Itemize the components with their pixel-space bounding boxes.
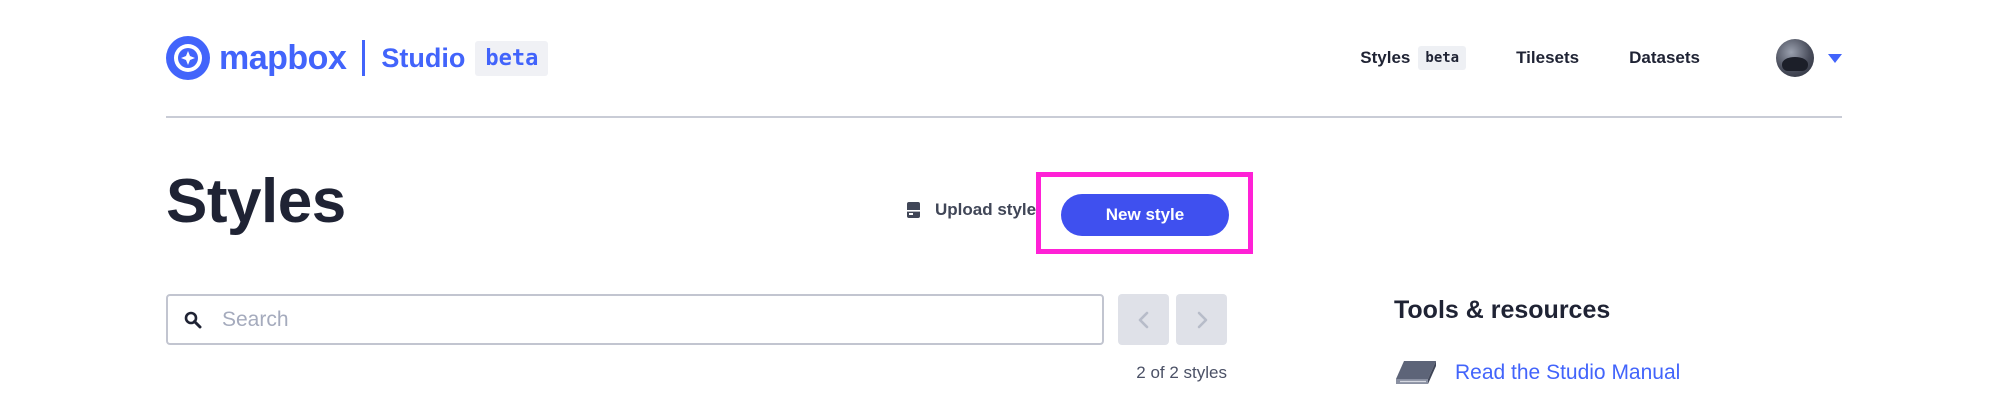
brand-divider	[362, 40, 366, 76]
upload-style-label: Upload style	[935, 200, 1037, 219]
product-beta-badge: beta	[475, 40, 549, 76]
studio-manual-link[interactable]: Read the Studio Manual	[1394, 359, 1680, 387]
tools-resources-heading: Tools & resources	[1394, 296, 1611, 324]
product-name: Studio	[381, 42, 466, 73]
chevron-left-icon	[1138, 311, 1148, 328]
avatar[interactable]	[1776, 39, 1814, 77]
nav-item-tilesets[interactable]: Tilesets	[1516, 48, 1579, 68]
nav-beta-badge: beta	[1418, 46, 1467, 70]
studio-manual-link-label: Read the Studio Manual	[1455, 361, 1681, 384]
caret-down-icon[interactable]	[1828, 53, 1842, 63]
search-icon	[184, 311, 202, 328]
nav-item-label: Styles	[1360, 48, 1411, 67]
account-menu[interactable]	[1776, 39, 1842, 77]
upload-style-button[interactable]: Upload style	[906, 200, 1036, 220]
upload-icon	[907, 202, 920, 218]
chevron-right-icon	[1197, 311, 1207, 328]
mapbox-logo-icon	[166, 36, 210, 80]
nav-item-styles[interactable]: Styles beta	[1360, 46, 1467, 70]
search-input[interactable]	[222, 307, 1062, 332]
brand-wordmark: mapbox	[219, 38, 347, 77]
nav-item-datasets[interactable]: Datasets	[1629, 48, 1700, 68]
main-nav: Styles beta Tilesets Datasets	[1360, 36, 1842, 80]
header-divider	[166, 116, 1842, 118]
nav-item-label: Datasets	[1629, 48, 1700, 67]
style-count: 2 of 2 styles	[1136, 363, 1227, 382]
new-style-button[interactable]: New style	[1061, 194, 1229, 236]
nav-item-label: Tilesets	[1516, 48, 1580, 67]
page-title: Styles	[166, 167, 346, 236]
brand-logo[interactable]: mapbox Studio beta	[166, 36, 549, 80]
search-box[interactable]	[166, 294, 1104, 345]
previous-page-button[interactable]	[1118, 294, 1169, 345]
top-header: mapbox Studio beta Styles beta Tilesets …	[166, 36, 1842, 82]
book-icon	[1396, 361, 1436, 384]
next-page-button[interactable]	[1176, 294, 1227, 345]
